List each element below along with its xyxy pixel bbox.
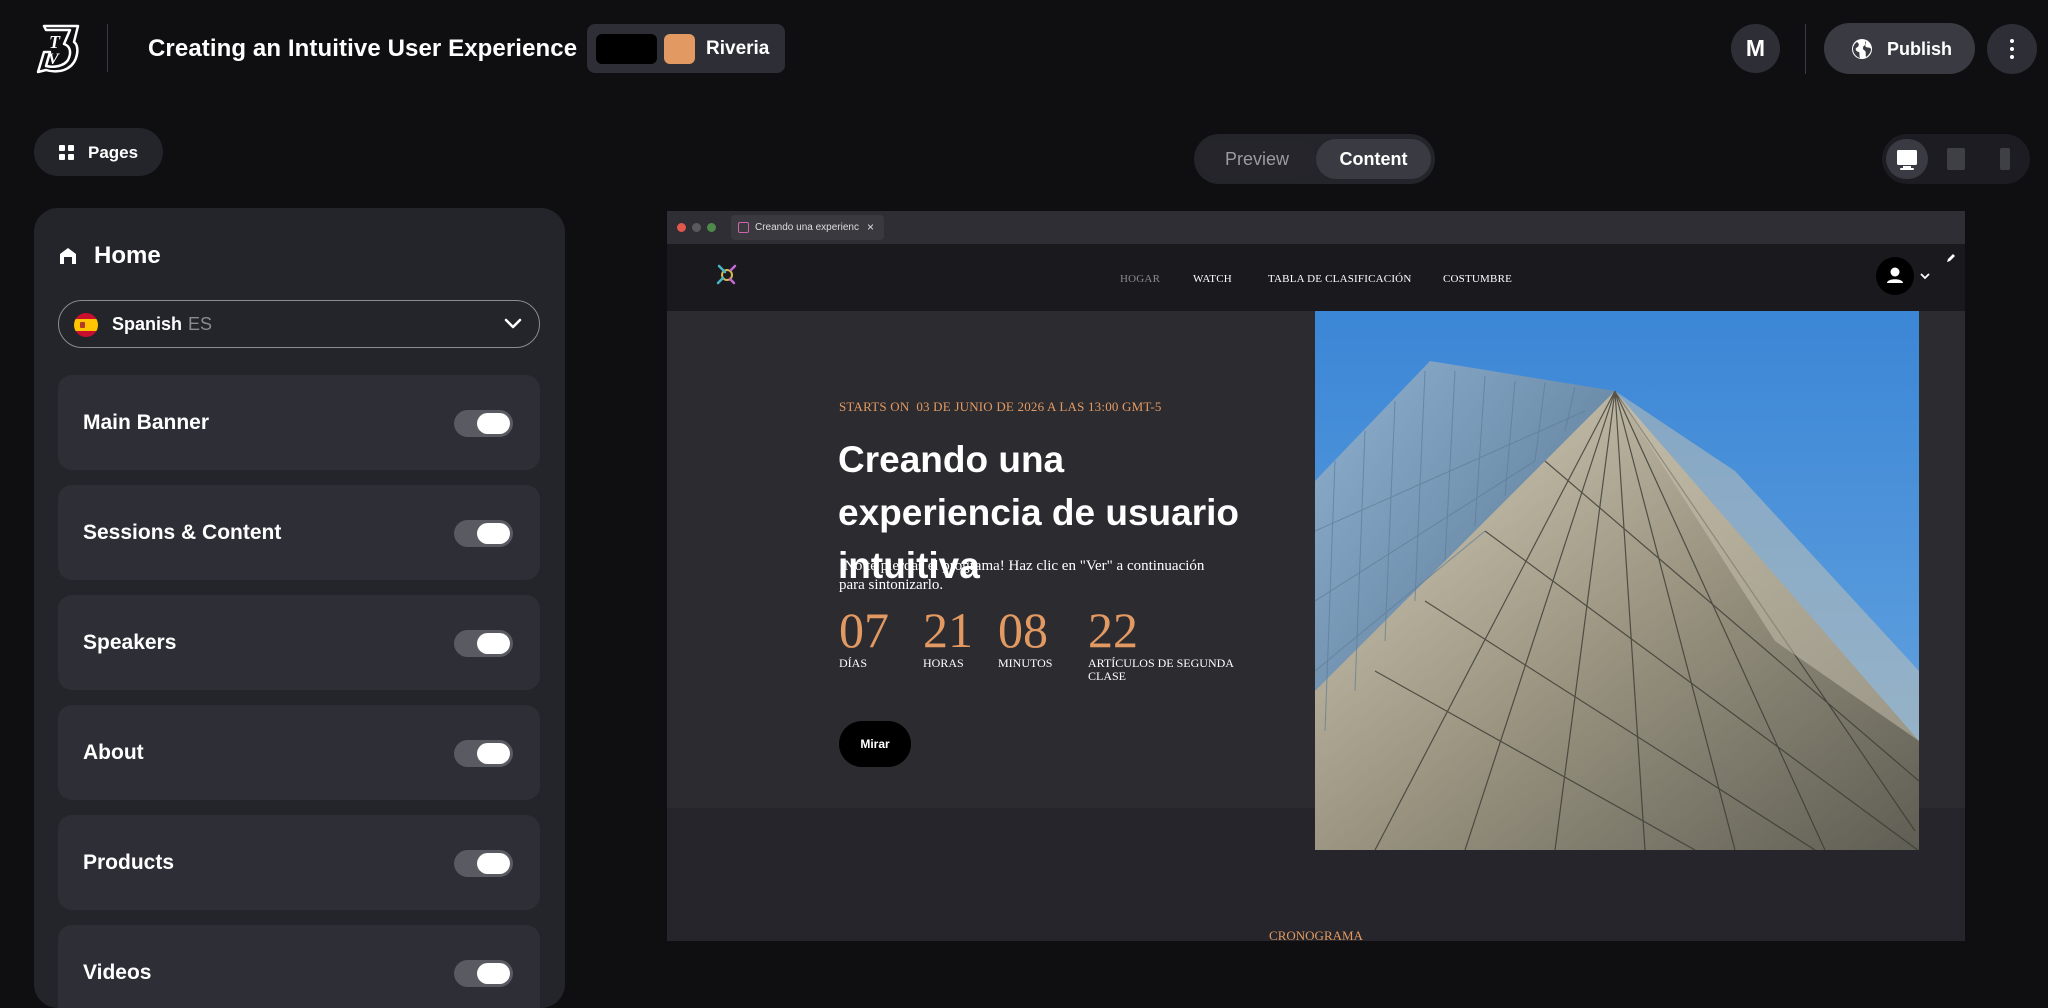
countdown-seconds: 22 ARTÍCULOS DE SEGUNDA CLASE bbox=[1088, 605, 1258, 683]
section-toggle[interactable] bbox=[454, 410, 513, 437]
section-label: Main Banner bbox=[83, 411, 210, 434]
section-label: About bbox=[83, 741, 144, 764]
theme-swatch-accent bbox=[664, 34, 695, 64]
tablet-icon bbox=[1947, 148, 1965, 170]
desktop-view-button[interactable] bbox=[1886, 139, 1928, 179]
nav-leaderboard[interactable]: TABLA DE CLASIFICACIÓN bbox=[1268, 273, 1411, 285]
section-label: Products bbox=[83, 851, 175, 874]
divider bbox=[107, 24, 108, 72]
countdown-minutes: 08 MINUTOS bbox=[998, 605, 1052, 670]
theme-selector[interactable]: Riveria bbox=[587, 24, 785, 73]
section-speakers[interactable]: Speakers bbox=[58, 595, 540, 690]
device-switcher bbox=[1882, 134, 2030, 184]
countdown-unit: HORAS bbox=[923, 656, 964, 670]
close-dot bbox=[677, 223, 686, 232]
pencil-icon[interactable] bbox=[1945, 252, 1957, 264]
section-products[interactable]: Products bbox=[58, 815, 540, 910]
section-toggle[interactable] bbox=[454, 740, 513, 767]
user-icon bbox=[1887, 267, 1903, 283]
watch-button[interactable]: Mirar bbox=[839, 721, 911, 767]
browser-chrome: Creando una experienci... × bbox=[667, 211, 1965, 244]
section-toggle[interactable] bbox=[454, 850, 513, 877]
svg-text:V: V bbox=[48, 51, 60, 68]
view-mode-toggle: Preview Content bbox=[1194, 134, 1435, 184]
schedule-heading: CRONOGRAMA bbox=[1269, 928, 1363, 941]
hero-subtitle: ¡No te pierdas el programa! Haz clic en … bbox=[839, 558, 1205, 593]
tablet-view-button[interactable] bbox=[1935, 139, 1977, 179]
pages-button[interactable]: Pages bbox=[34, 128, 163, 176]
home-icon bbox=[60, 248, 76, 264]
countdown-unit: MINUTOS bbox=[998, 656, 1053, 670]
minimize-dot bbox=[692, 223, 701, 232]
divider bbox=[1805, 24, 1806, 74]
kebab-icon bbox=[2010, 39, 2014, 43]
theme-name: Riveria bbox=[706, 38, 770, 59]
maximize-dot bbox=[707, 223, 716, 232]
mobile-icon bbox=[2000, 148, 2010, 170]
section-label: Speakers bbox=[83, 631, 177, 654]
top-bar: T V Creating an Intuitive User Experienc… bbox=[0, 0, 2048, 100]
section-main-banner[interactable]: Main Banner bbox=[58, 375, 540, 470]
language-code: ES bbox=[188, 314, 213, 334]
site-navigation: HOGAR WATCH TABLA DE CLASIFICACIÓN COSTU… bbox=[667, 244, 1965, 311]
tab-preview[interactable]: Preview bbox=[1198, 139, 1316, 179]
tab-content[interactable]: Content bbox=[1316, 139, 1431, 179]
site-preview: Creando una experienci... × HOGAR WATCH … bbox=[667, 211, 1965, 941]
user-avatar[interactable]: M bbox=[1731, 24, 1780, 73]
section-label: Videos bbox=[83, 961, 152, 984]
favicon-icon bbox=[738, 222, 749, 233]
hero-image bbox=[1315, 311, 1919, 850]
section-videos[interactable]: Videos bbox=[58, 925, 540, 1008]
starts-line: STARTS ON 03 DE JUNIO DE 2026 A LAS 13:0… bbox=[839, 399, 1162, 415]
countdown-hours: 21 HORAS bbox=[923, 605, 973, 670]
browser-tab[interactable]: Creando una experienci... × bbox=[731, 215, 884, 240]
desktop-icon bbox=[1897, 150, 1917, 170]
countdown-unit: ARTÍCULOS DE SEGUNDA CLASE bbox=[1088, 656, 1234, 683]
page-sections-panel: Home Spanish ES Main Banner Sessions & C… bbox=[34, 208, 565, 1008]
countdown-value: 21 bbox=[923, 602, 973, 658]
countdown-value: 07 bbox=[839, 602, 889, 658]
app-logo[interactable]: T V bbox=[34, 22, 82, 76]
grid-icon bbox=[59, 145, 74, 160]
theme-swatch-primary bbox=[596, 34, 657, 64]
chevron-down-icon[interactable] bbox=[1919, 270, 1931, 282]
site-user-button[interactable] bbox=[1876, 257, 1914, 295]
globe-icon bbox=[1852, 39, 1872, 59]
chevron-down-icon bbox=[504, 318, 522, 329]
countdown-days: 07 DÍAS bbox=[839, 605, 889, 670]
section-about[interactable]: About bbox=[58, 705, 540, 800]
section-sessions-content[interactable]: Sessions & Content bbox=[58, 485, 540, 580]
nav-home[interactable]: HOGAR bbox=[1120, 273, 1160, 285]
section-toggle[interactable] bbox=[454, 960, 513, 987]
nav-custom[interactable]: COSTUMBRE bbox=[1443, 273, 1512, 285]
svg-text:T: T bbox=[49, 32, 61, 52]
starts-date: 03 DE JUNIO DE 2026 A LAS 13:00 GMT-5 bbox=[916, 399, 1162, 414]
countdown-value: 22 bbox=[1088, 602, 1138, 658]
section-label: Sessions & Content bbox=[83, 521, 282, 544]
mobile-view-button[interactable] bbox=[1984, 139, 2026, 179]
event-title: Creating an Intuitive User Experience bbox=[148, 35, 578, 62]
more-options-button[interactable] bbox=[1987, 24, 2037, 74]
browser-tab-title: Creando una experienci... bbox=[755, 222, 859, 233]
publish-label: Publish bbox=[1887, 39, 1953, 59]
countdown-value: 08 bbox=[998, 602, 1048, 658]
section-toggle[interactable] bbox=[454, 630, 513, 657]
publish-button[interactable]: Publish bbox=[1824, 23, 1975, 74]
pages-label: Pages bbox=[88, 143, 139, 162]
starts-label: STARTS ON bbox=[839, 399, 910, 414]
close-icon[interactable]: × bbox=[867, 220, 874, 234]
page-title: Home bbox=[94, 242, 161, 269]
site-logo[interactable] bbox=[715, 262, 739, 286]
language-name: Spanish bbox=[112, 314, 183, 334]
language-select[interactable]: Spanish ES bbox=[58, 300, 540, 348]
nav-watch[interactable]: WATCH bbox=[1193, 273, 1232, 285]
section-toggle[interactable] bbox=[454, 520, 513, 547]
countdown-unit: DÍAS bbox=[839, 656, 868, 670]
spain-flag-icon bbox=[74, 313, 98, 337]
